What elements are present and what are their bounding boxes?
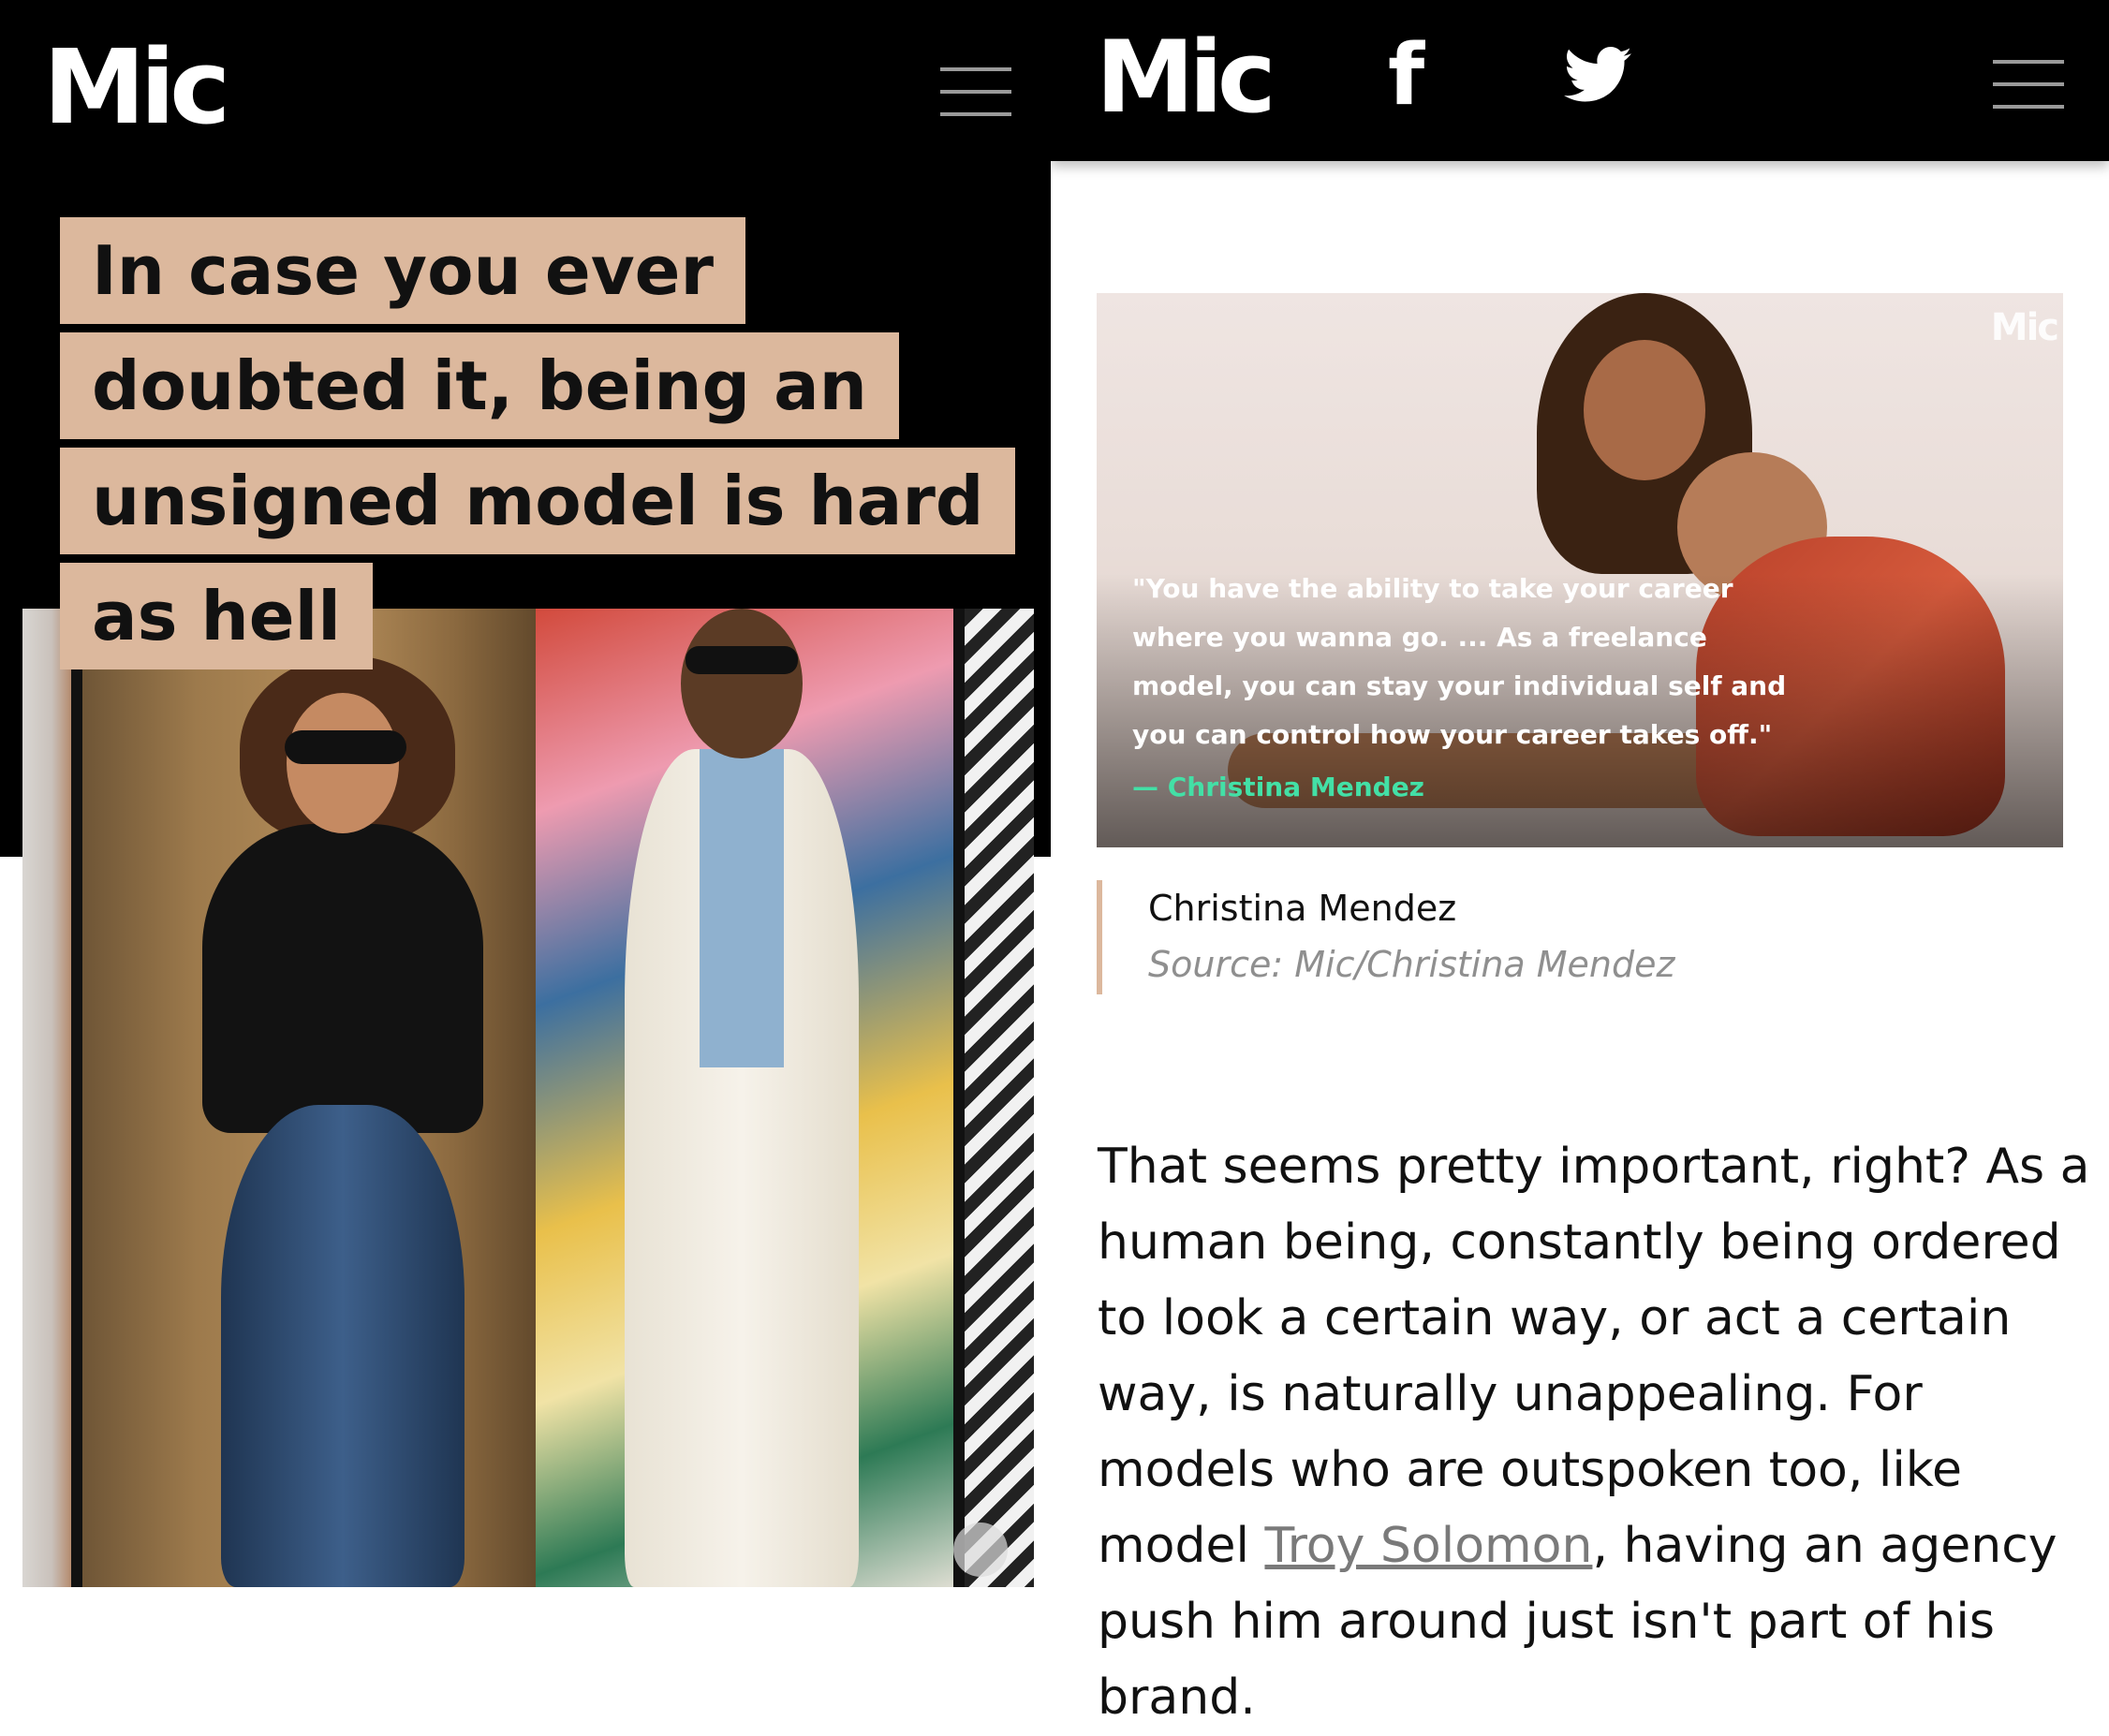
troy-solomon-link[interactable]: Troy Solomon [1264, 1518, 1592, 1574]
top-nav-bar: Mic f [1051, 0, 2109, 161]
feature-image: Mic "You have the ability to take your c… [1097, 293, 2063, 847]
photo-panel-left-edge [22, 609, 71, 1587]
image-caption: Christina Mendez [1148, 888, 1457, 929]
mic-logo[interactable]: Mic [1096, 17, 1276, 139]
menu-icon[interactable] [940, 67, 1011, 116]
headline-line: as hell [60, 563, 373, 669]
quote-attribution: — Christina Mendez [1132, 772, 1424, 802]
image-quote: "You have the ability to take your caree… [1132, 565, 1788, 759]
facebook-icon[interactable]: f [1388, 34, 1424, 118]
image-source: Source: Mic/Christina Mendez [1148, 944, 1675, 985]
info-icon[interactable] [953, 1523, 1008, 1577]
photo-divider [71, 609, 82, 1587]
article-paragraph: That seems pretty important, right? As a… [1098, 1129, 2090, 1736]
menu-icon[interactable] [1993, 60, 2064, 109]
quote-line: "You have the ability to take your caree… [1132, 573, 1733, 604]
quote-line: model, you can stay your individual self… [1132, 670, 1787, 701]
mic-logo[interactable]: Mic [43, 26, 230, 148]
twitter-icon[interactable] [1564, 47, 1631, 103]
headline-line: doubted it, being an [60, 332, 899, 439]
photo-woman-in-jeans [81, 609, 545, 1587]
photo-divider [953, 609, 965, 1587]
quote-line: you can control how your career takes of… [1132, 719, 1773, 750]
photo-panel-right-edge [965, 609, 1034, 1587]
headline-line: In case you ever [60, 217, 745, 324]
quote-line: where you wanna go. ... As a freelance [1132, 622, 1707, 653]
paragraph-text: That seems pretty important, right? As a… [1098, 1139, 2090, 1574]
headline-line: unsigned model is hard [60, 448, 1016, 554]
mic-watermark: Mic [1990, 306, 2059, 349]
hero-photo-collage [22, 609, 1034, 1587]
photo-man-in-white-suit [536, 609, 974, 1587]
caption-accent-bar [1097, 880, 1102, 994]
